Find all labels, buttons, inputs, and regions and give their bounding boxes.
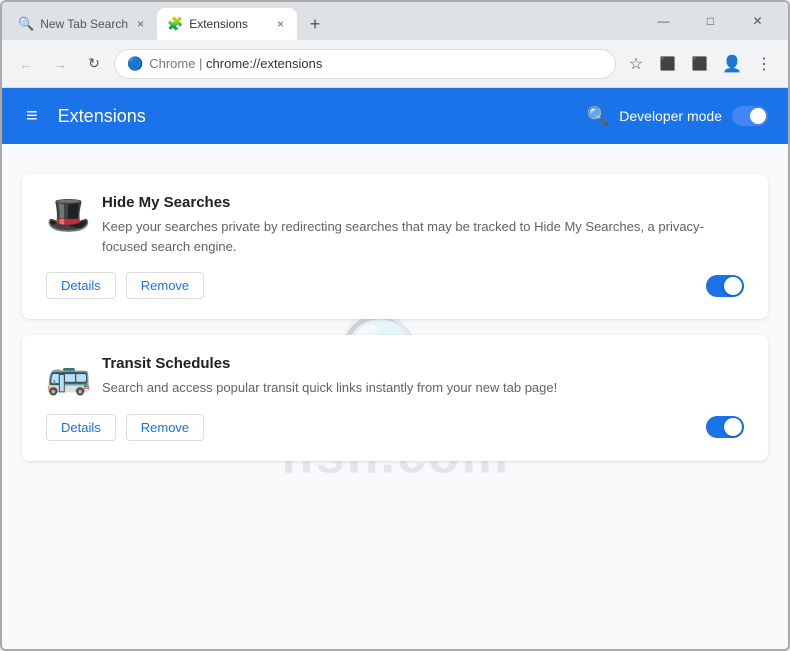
chrome-label: Chrome | <box>149 56 206 71</box>
ext-info-2: Transit Schedules Search and access popu… <box>102 355 744 398</box>
forward-button[interactable]: → <box>46 50 74 78</box>
window-controls: — □ ✕ <box>641 8 780 40</box>
menu-button[interactable]: ⋮ <box>750 50 778 78</box>
hide-my-searches-icon: 🎩 <box>46 194 86 236</box>
transit-schedules-remove-button[interactable]: Remove <box>126 414 204 441</box>
title-bar: 🔍 New Tab Search × 🧩 Extensions × + — □ … <box>2 2 788 40</box>
tab-extensions[interactable]: 🧩 Extensions × <box>157 8 297 40</box>
hide-my-searches-details-button[interactable]: Details <box>46 272 116 299</box>
hide-my-searches-remove-button[interactable]: Remove <box>126 272 204 299</box>
tab-new-tab-search-close[interactable]: × <box>134 15 147 33</box>
extensions-page-title: Extensions <box>58 106 571 127</box>
extension-card-transit-schedules: 🚌 Transit Schedules Search and access po… <box>22 335 768 461</box>
ext-card-footer-2: Details Remove <box>46 414 744 441</box>
url-value: chrome://extensions <box>206 56 322 71</box>
extensions-search-icon[interactable]: 🔍 <box>587 106 609 127</box>
tab-search-icon: 🔍 <box>18 16 34 32</box>
toolbar-icons: ☆ ⬛ ⬛ 👤 ⋮ <box>622 50 778 78</box>
developer-mode-label: Developer mode <box>619 108 722 124</box>
transit-schedules-description: Search and access popular transit quick … <box>102 378 744 398</box>
tab-extensions-icon: 🧩 <box>167 16 183 32</box>
reload-button[interactable]: ↻ <box>80 50 108 78</box>
ext-card-header-1: 🎩 Hide My Searches Keep your searches pr… <box>46 194 744 256</box>
extensions-content: 🔍 fish.com 🎩 Hide My Searches Keep your … <box>2 144 788 649</box>
tabs-row: 🔍 New Tab Search × 🧩 Extensions × + <box>8 8 641 40</box>
tab-extensions-title: Extensions <box>189 17 268 31</box>
minimize-button[interactable]: — <box>641 5 686 37</box>
hide-my-searches-description: Keep your searches private by redirectin… <box>102 217 744 256</box>
extension-card-hide-my-searches: 🎩 Hide My Searches Keep your searches pr… <box>22 174 768 319</box>
tab-new-tab-search-title: New Tab Search <box>40 17 128 31</box>
ext-info-1: Hide My Searches Keep your searches priv… <box>102 194 744 256</box>
screenshot-button[interactable]: ⬛ <box>654 50 682 78</box>
download-button[interactable]: ⬛ <box>686 50 714 78</box>
transit-schedules-icon: 🚌 <box>46 355 86 397</box>
extensions-header: ≡ Extensions 🔍 Developer mode <box>2 88 788 144</box>
transit-schedules-toggle[interactable] <box>706 416 744 438</box>
tab-new-tab-search[interactable]: 🔍 New Tab Search × <box>8 8 157 40</box>
developer-mode-toggle[interactable] <box>732 106 768 126</box>
maximize-button[interactable]: □ <box>688 5 733 37</box>
close-button[interactable]: ✕ <box>735 5 780 37</box>
avatar-button[interactable]: 👤 <box>718 50 746 78</box>
browser-window: 🔍 New Tab Search × 🧩 Extensions × + — □ … <box>0 0 790 651</box>
ext-card-header-2: 🚌 Transit Schedules Search and access po… <box>46 355 744 398</box>
transit-schedules-name: Transit Schedules <box>102 355 744 372</box>
ext-card-footer-1: Details Remove <box>46 272 744 299</box>
transit-schedules-details-button[interactable]: Details <box>46 414 116 441</box>
hamburger-menu-button[interactable]: ≡ <box>22 101 42 132</box>
back-button[interactable]: ← <box>12 50 40 78</box>
address-bar: ← → ↻ 🔵 Chrome | chrome://extensions ☆ ⬛… <box>2 40 788 88</box>
tab-extensions-close[interactable]: × <box>274 15 287 33</box>
url-chrome-icon: 🔵 <box>127 56 143 72</box>
hide-my-searches-toggle[interactable] <box>706 275 744 297</box>
url-bar[interactable]: 🔵 Chrome | chrome://extensions <box>114 49 616 79</box>
new-tab-button[interactable]: + <box>301 10 329 38</box>
developer-mode-section: 🔍 Developer mode <box>587 106 768 127</box>
hide-my-searches-name: Hide My Searches <box>102 194 744 211</box>
url-prefix: Chrome | chrome://extensions <box>149 56 603 71</box>
bookmark-button[interactable]: ☆ <box>622 50 650 78</box>
